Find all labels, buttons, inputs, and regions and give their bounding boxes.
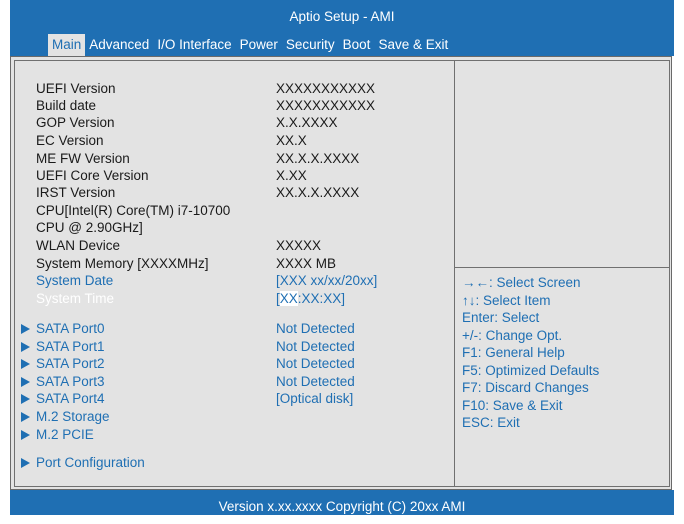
tab-boot[interactable]: Boot xyxy=(339,34,375,56)
submenu-m2-pcie[interactable]: M.2 PCIE xyxy=(0,427,454,444)
info-row-uefi-version: UEFI Version XXXXXXXXXXX xyxy=(0,81,454,98)
system-time-label: System Time xyxy=(36,291,115,306)
info-value: X.X.XXXX xyxy=(276,115,338,130)
submenu-sata-port4[interactable]: SATA Port4 [Optical disk] xyxy=(0,391,454,408)
submenu-label[interactable]: SATA Port0 xyxy=(36,321,105,336)
info-row-wlan: WLAN Device XXXXX xyxy=(0,238,454,255)
footer-bar: Version x.xx.xxxx Copyright (C) 20xx AMI xyxy=(10,490,674,515)
help-divider xyxy=(455,267,670,268)
info-value: XXXXXXXXXXX xyxy=(276,81,376,96)
submenu-arrow-icon xyxy=(21,342,30,352)
submenu-sata-port3[interactable]: SATA Port3 Not Detected xyxy=(0,374,454,391)
info-label: WLAN Device xyxy=(36,238,121,253)
submenu-value: Not Detected xyxy=(276,321,355,336)
tab-security[interactable]: Security xyxy=(282,34,339,56)
submenu-label[interactable]: M.2 PCIE xyxy=(36,427,94,442)
info-row-ec-version: EC Version XX.X xyxy=(0,133,454,150)
info-value: XXXXXXXXXXX xyxy=(276,98,376,113)
info-label: ME FW Version xyxy=(36,151,130,166)
help-enter: Enter: Select xyxy=(462,310,540,325)
info-row-cpu-cont: CPU @ 2.90GHz] xyxy=(0,220,454,237)
submenu-value: Not Detected xyxy=(276,339,355,354)
info-row-memory: System Memory [XXXXMHz] XXXX MB xyxy=(0,256,454,273)
submenu-m2-storage[interactable]: M.2 Storage xyxy=(0,409,454,426)
info-label: UEFI Core Version xyxy=(36,168,149,183)
submenu-label[interactable]: SATA Port2 xyxy=(36,356,105,371)
system-date-label: System Date xyxy=(36,273,114,288)
tab-bar: Main Advanced I/O Interface Power Securi… xyxy=(48,34,452,56)
submenu-value: [Optical disk] xyxy=(276,391,354,406)
submenu-label[interactable]: SATA Port4 xyxy=(36,391,105,406)
help-panel: →←: Select Screen ↑↓: Select Item Enter:… xyxy=(462,275,599,433)
submenu-arrow-icon xyxy=(21,359,30,369)
info-row-build-date: Build date XXXXXXXXXXX xyxy=(0,98,454,115)
info-label: EC Version xyxy=(36,133,104,148)
info-row-cpu: CPU[Intel(R) Core(TM) i7-10700 xyxy=(0,203,454,220)
system-date-row[interactable]: System Date [XXX xx/xx/20xx] xyxy=(0,273,454,290)
submenu-arrow-icon xyxy=(21,430,30,440)
submenu-label[interactable]: M.2 Storage xyxy=(36,409,110,424)
info-value: XXXXX xyxy=(276,238,322,253)
help-esc-exit: ESC: Exit xyxy=(462,415,520,430)
submenu-label[interactable]: SATA Port1 xyxy=(36,339,105,354)
submenu-arrow-icon xyxy=(21,412,30,422)
submenu-arrow-icon xyxy=(21,324,30,334)
info-label: Build date xyxy=(36,98,97,113)
submenu-port-configuration[interactable]: Port Configuration xyxy=(0,455,454,472)
tab-io-interface[interactable]: I/O Interface xyxy=(153,34,235,56)
info-row-me-fw-version: ME FW Version XX.X.X.XXXX xyxy=(0,151,454,168)
help-general-help: F1: General Help xyxy=(462,345,565,360)
submenu-label[interactable]: Port Configuration xyxy=(36,455,145,470)
submenu-arrow-icon xyxy=(21,458,30,468)
system-date-value[interactable]: [XXX xx/xx/20xx] xyxy=(276,273,377,288)
info-value: XXXX MB xyxy=(276,256,337,271)
time-hour-field[interactable]: XX xyxy=(279,291,298,306)
info-value: XX.X xyxy=(276,133,307,148)
help-optimized-defaults: F5: Optimized Defaults xyxy=(462,362,600,378)
info-label: CPU @ 2.90GHz] xyxy=(36,220,143,235)
info-row-uefi-core-version: UEFI Core Version X.XX xyxy=(0,168,454,185)
info-label: GOP Version xyxy=(36,115,115,130)
info-value: XX.X.X.XXXX xyxy=(276,185,360,200)
tab-power[interactable]: Power xyxy=(236,34,282,56)
header-bar: Aptio Setup - AMI Main Advanced I/O Inte… xyxy=(10,0,674,56)
submenu-arrow-icon xyxy=(21,394,30,404)
tab-save-exit[interactable]: Save & Exit xyxy=(374,34,452,56)
window-title: Aptio Setup - AMI xyxy=(289,9,395,24)
info-value: XX.X.X.XXXX xyxy=(276,151,360,166)
submenu-sata-port0[interactable]: SATA Port0 Not Detected xyxy=(0,321,454,338)
info-row-irst-version: IRST Version XX.X.X.XXXX xyxy=(0,185,454,202)
help-select-screen: →←: Select Screen xyxy=(462,275,581,290)
info-value: X.XX xyxy=(276,168,307,183)
submenu-label[interactable]: SATA Port3 xyxy=(36,374,105,389)
help-select-item: ↑↓: Select Item xyxy=(462,292,551,308)
info-label: System Memory [XXXXMHz] xyxy=(36,256,209,271)
system-time-value[interactable]: [XX:XX:XX] xyxy=(276,291,345,306)
help-discard-changes: F7: Discard Changes xyxy=(462,380,589,395)
submenu-arrow-icon xyxy=(21,377,30,387)
info-label: UEFI Version xyxy=(36,81,116,96)
help-change-opt: +/-: Change Opt. xyxy=(462,327,563,343)
submenu-sata-port2[interactable]: SATA Port2 Not Detected xyxy=(0,356,454,373)
submenu-value: Not Detected xyxy=(276,374,355,389)
info-label: IRST Version xyxy=(36,185,116,200)
submenu-value: Not Detected xyxy=(276,356,355,371)
help-save-exit: F10: Save & Exit xyxy=(462,397,563,413)
info-label: CPU[Intel(R) Core(TM) i7-10700 xyxy=(36,203,231,218)
info-row-gop-version: GOP Version X.X.XXXX xyxy=(0,115,454,132)
submenu-sata-port1[interactable]: SATA Port1 Not Detected xyxy=(0,339,454,356)
vertical-divider xyxy=(454,61,455,486)
time-rest: :XX:XX] xyxy=(297,291,346,306)
tab-advanced[interactable]: Advanced xyxy=(85,34,153,56)
tab-main[interactable]: Main xyxy=(48,34,86,56)
system-time-row[interactable]: System Time [XX:XX:XX] xyxy=(0,291,454,308)
